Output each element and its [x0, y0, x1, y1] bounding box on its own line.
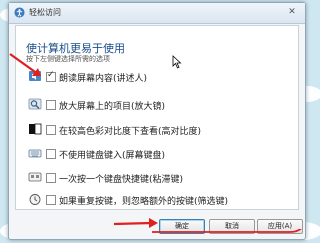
filter-keys-icon — [29, 194, 41, 205]
annotation-line — [152, 229, 302, 233]
option-on-screen-keyboard[interactable]: 不使用键盘键入(屏幕键盘) — [28, 146, 238, 162]
option-label: 在较高色彩对比度下查看(高对比度) — [59, 127, 202, 137]
on-screen-keyboard-icon — [28, 149, 42, 158]
option-high-contrast[interactable]: 在较高色彩对比度下查看(高对比度) — [28, 122, 268, 138]
title-bar: 轻松访问 ✕ — [9, 3, 305, 24]
ease-of-access-icon — [14, 7, 25, 18]
option-magnifier[interactable]: 放大屏幕上的项目(放大镜) — [28, 97, 238, 113]
option-filter-keys[interactable]: 如果重复按键，则忽略额外的按键(筛选键) — [28, 192, 290, 208]
option-label: 朗读屏幕内容(讲述人) — [59, 74, 148, 84]
option-label: 如果重复按键，则忽略额外的按键(筛选键) — [59, 197, 229, 207]
mouse-cursor-icon — [172, 55, 182, 69]
filter-keys-checkbox[interactable] — [46, 195, 56, 205]
option-narrator[interactable]: ✓ 朗读屏幕内容(讲述人) — [28, 69, 228, 85]
option-sticky-keys[interactable]: 一次按一个键盘快捷键(粘滞键) — [28, 170, 248, 186]
annotation-arrow — [9, 53, 41, 76]
options-panel: 使计算机更易于使用 按下左侧键选择所需的选项 ✓ 朗读屏幕内容(讲述人) 放大屏… — [15, 25, 299, 210]
option-label: 不使用键盘键入(屏幕键盘) — [59, 151, 166, 161]
high-contrast-checkbox[interactable] — [46, 125, 56, 135]
sticky-keys-checkbox[interactable] — [46, 173, 56, 183]
ease-of-access-dialog: 轻松访问 ✕ 使计算机更易于使用 按下左侧键选择所需的选项 ✓ 朗读屏幕内容(讲… — [8, 2, 306, 240]
option-label: 一次按一个键盘快捷键(粘滞键) — [59, 175, 184, 185]
check-mark-icon: ✓ — [47, 70, 55, 80]
high-contrast-icon — [29, 123, 42, 135]
option-label: 放大屏幕上的项目(放大镜) — [59, 102, 166, 112]
window-title: 轻松访问 — [29, 8, 61, 17]
magnifier-checkbox[interactable] — [46, 100, 56, 110]
on-screen-keyboard-checkbox[interactable] — [46, 149, 56, 159]
magnifier-icon — [28, 98, 42, 110]
sticky-keys-icon — [28, 172, 42, 182]
close-button[interactable]: ✕ — [285, 6, 299, 19]
